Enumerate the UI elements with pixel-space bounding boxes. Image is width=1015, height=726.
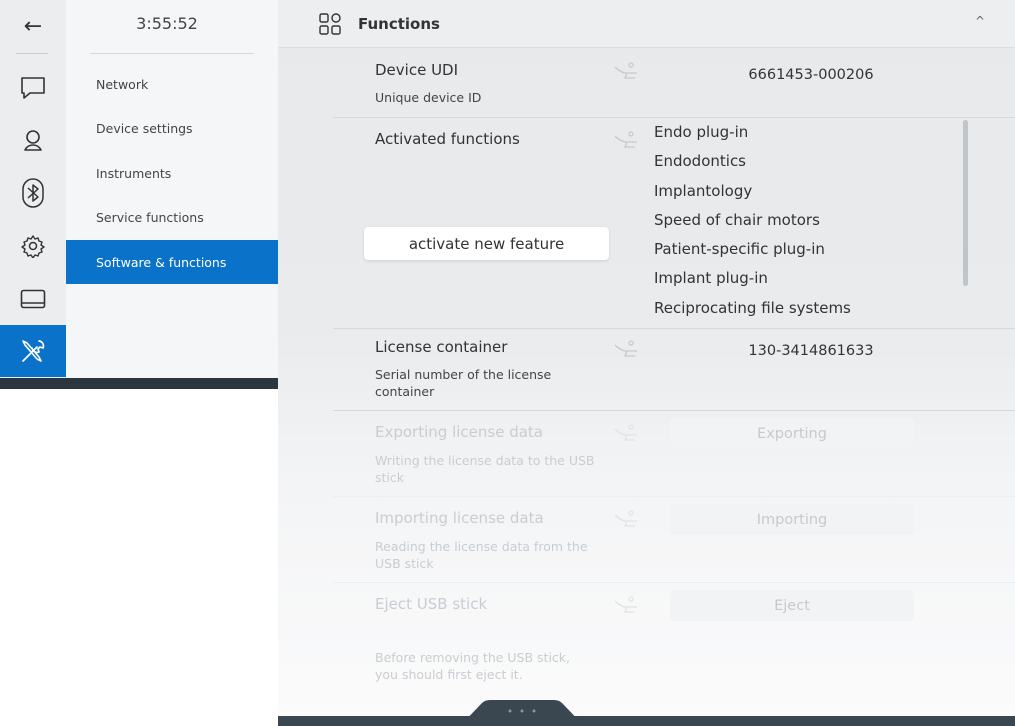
row-subtitle: Before removing the USB stick, you shoul… <box>375 650 571 682</box>
section-title: Functions <box>358 15 440 33</box>
display-icon <box>20 289 46 309</box>
activated-functions-list[interactable]: Endo plug-in Endodontics Implantology Sp… <box>654 118 964 323</box>
dental-chair-icon <box>614 340 637 357</box>
left-bottom-bar <box>0 378 278 389</box>
collapse-caret-icon[interactable]: ^ <box>975 14 985 28</box>
row-title: Eject USB stick <box>375 595 488 613</box>
list-item: Patient-specific plug-in <box>654 240 825 259</box>
list-item: Endo plug-in <box>654 123 749 141</box>
list-item: Speed of chair motors <box>654 210 820 229</box>
menu-item-instruments[interactable]: Instruments <box>66 151 278 195</box>
footer-bar <box>278 716 1015 726</box>
clock: 3:55:52 <box>136 14 198 33</box>
rail-item-settings[interactable] <box>0 220 66 272</box>
menu-item-service-functions[interactable]: Service functions <box>66 195 278 239</box>
activate-new-feature-button[interactable]: activate new feature <box>364 227 609 260</box>
row-subtitle: Unique device ID <box>375 90 482 105</box>
tools-icon <box>22 340 45 362</box>
row-title: Importing license data <box>375 509 544 527</box>
chat-icon <box>21 77 45 99</box>
dental-chair-icon <box>614 62 637 79</box>
rail-item-display[interactable] <box>0 273 66 325</box>
drawer-handle[interactable] <box>460 700 584 726</box>
row-subtitle: Reading the license data from the USB st… <box>375 539 588 571</box>
list-item: Endodontics <box>654 152 746 171</box>
clock-divider <box>90 53 254 54</box>
gear-icon <box>21 235 45 258</box>
functions-scrollbar[interactable] <box>963 120 968 286</box>
menu-item-device-settings[interactable]: Device settings <box>66 106 278 150</box>
dental-chair-icon <box>614 510 637 527</box>
row-title: License container <box>375 338 508 356</box>
rail-divider <box>16 53 48 54</box>
eject-button[interactable]: Eject <box>670 590 914 621</box>
row-title: Activated functions <box>375 130 520 148</box>
row-subtitle: Serial number of the license container <box>375 367 552 399</box>
rail-item-user[interactable] <box>0 114 66 166</box>
row-title: Exporting license data <box>375 423 543 441</box>
importing-button[interactable]: Importing <box>670 504 914 535</box>
main-panel: Functions ^ Device UDI Unique device ID … <box>278 0 1015 726</box>
dental-chair-icon <box>614 596 637 613</box>
back-button[interactable]: ← <box>0 0 66 52</box>
bluetooth-icon <box>22 178 44 208</box>
rail-item-messages[interactable] <box>0 62 66 114</box>
rail-item-bluetooth[interactable] <box>0 167 66 219</box>
menu-item-network[interactable]: Network <box>66 62 278 106</box>
grid-icon <box>319 13 341 35</box>
settings-menu: 3:55:52 Network Device settings Instrume… <box>66 0 278 378</box>
row-device-udi: Device UDI Unique device ID 6661453-0002… <box>333 49 1015 118</box>
dental-chair-icon <box>614 131 637 148</box>
user-icon <box>24 130 42 151</box>
list-item: Implant plug-in <box>654 269 768 288</box>
menu-item-software-functions[interactable]: Software & functions <box>66 240 278 284</box>
section-header[interactable]: Functions ^ <box>278 0 1015 48</box>
list-item: Implantology <box>654 181 753 200</box>
device-udi-value: 6661453-000206 <box>748 67 874 83</box>
license-container-value: 130-3414861633 <box>748 343 874 359</box>
list-item: Reciprocating file systems <box>654 298 851 317</box>
rail-item-service-tools[interactable] <box>0 325 66 377</box>
dental-chair-icon <box>614 424 637 441</box>
row-subtitle: Writing the license data to the USB stic… <box>375 453 595 485</box>
row-license-container: License container Serial number of the l… <box>333 329 1015 411</box>
row-title: Device UDI <box>375 61 459 79</box>
icon-rail: ← <box>0 0 66 378</box>
back-arrow-icon: ← <box>23 13 43 39</box>
exporting-button[interactable]: Exporting <box>670 418 914 449</box>
